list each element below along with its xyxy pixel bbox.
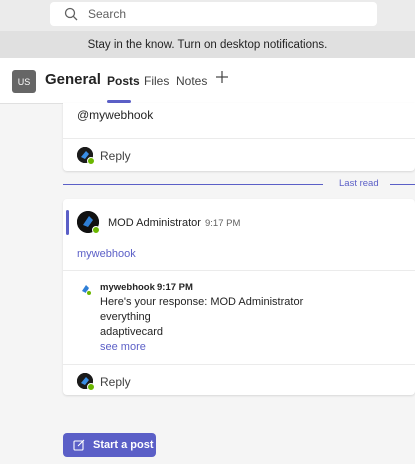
notification-banner: Stay in the know. Turn on desktop notifi… — [0, 31, 415, 58]
post-mention-text: @mywebhook — [77, 108, 154, 122]
post-divider — [63, 138, 415, 139]
post-divider — [63, 364, 415, 365]
presence-available-icon — [92, 226, 100, 234]
reply-button[interactable]: Reply — [100, 149, 131, 163]
bot-message-line: everything — [100, 311, 151, 323]
last-read-line — [63, 184, 323, 185]
channel-title: General — [45, 71, 101, 88]
bot-message-line: Here's your response: MOD Administrator — [100, 296, 304, 308]
post-timestamp: 9:17 PM — [205, 218, 241, 229]
unread-accent-bar — [66, 210, 69, 235]
start-post-label: Start a post — [93, 439, 154, 451]
reply-button[interactable]: Reply — [100, 375, 131, 389]
start-post-button[interactable]: Start a post — [63, 433, 156, 457]
last-read-label: Last read — [339, 178, 379, 189]
reply-avatar — [77, 373, 95, 391]
search-input[interactable]: Search — [88, 7, 126, 21]
tab-notes[interactable]: Notes — [176, 74, 207, 88]
team-avatar[interactable]: US — [12, 70, 36, 93]
presence-available-icon — [86, 290, 92, 296]
compose-icon — [73, 439, 85, 451]
search-box[interactable]: Search — [50, 2, 377, 26]
tab-posts[interactable]: Posts — [107, 74, 140, 88]
presence-available-icon — [87, 157, 95, 165]
author-avatar[interactable] — [77, 211, 100, 234]
post-author[interactable]: MOD Administrator — [108, 217, 201, 229]
see-more-link[interactable]: see more — [100, 341, 146, 353]
bot-timestamp: 9:17 PM — [157, 282, 193, 293]
presence-available-icon — [87, 383, 95, 391]
last-read-line — [390, 184, 415, 185]
post-link[interactable]: mywebhook — [77, 248, 136, 260]
top-bar: Search — [0, 0, 415, 31]
reply-avatar — [77, 147, 95, 165]
add-tab-icon[interactable] — [214, 69, 230, 85]
bot-name[interactable]: mywebhook — [100, 282, 155, 293]
bot-message-line: adaptivecard — [100, 326, 163, 338]
search-icon — [64, 7, 78, 21]
tab-files[interactable]: Files — [144, 74, 169, 88]
post-divider — [63, 270, 415, 271]
notification-text: Stay in the know. Turn on desktop notifi… — [87, 38, 328, 51]
